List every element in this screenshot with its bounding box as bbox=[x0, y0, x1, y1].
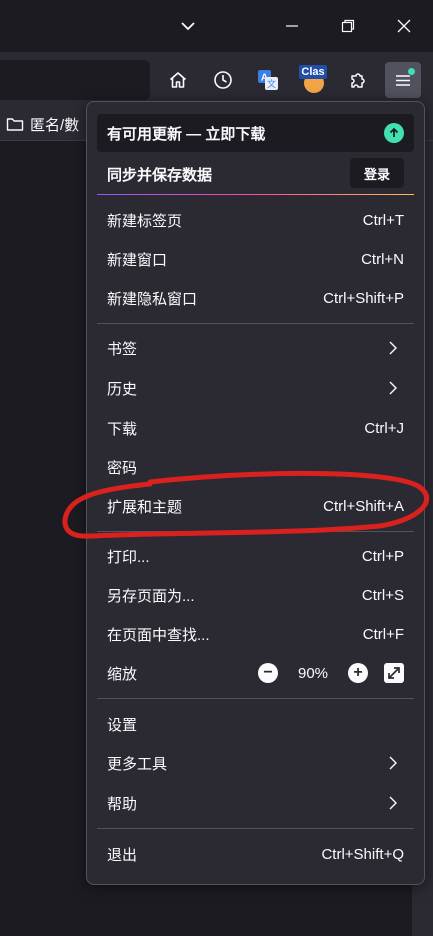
clas-extension-button[interactable]: Clas bbox=[296, 62, 332, 98]
menu-item-label: 历史 bbox=[107, 380, 138, 398]
puzzle-icon bbox=[351, 73, 365, 88]
menu-item-save-page[interactable]: 另存页面为... Ctrl+S bbox=[97, 577, 414, 613]
app-menu-panel: 有可用更新 — 立即下载 同步并保存数据 登录 新建标签页 Ctrl+T 新建窗… bbox=[86, 101, 425, 885]
menu-item-downloads[interactable]: 下载 Ctrl+J bbox=[97, 410, 414, 446]
clock-icon bbox=[214, 71, 232, 89]
clas-extension-icon: Clas bbox=[299, 65, 327, 93]
url-bar[interactable] bbox=[0, 60, 150, 100]
sync-label: 同步并保存数据 bbox=[107, 166, 213, 184]
menu-item-new-tab[interactable]: 新建标签页 Ctrl+T bbox=[97, 202, 414, 238]
bookmark-folder[interactable]: 匿名/數 bbox=[6, 108, 79, 140]
menu-item-bookmarks[interactable]: 书签 bbox=[97, 330, 414, 366]
zoom-reset-button[interactable]: 90% bbox=[278, 665, 348, 682]
menu-separator bbox=[97, 531, 414, 532]
sync-row: 同步并保存数据 登录 bbox=[97, 154, 414, 194]
chevron-down-icon bbox=[181, 22, 195, 31]
menu-item-passwords[interactable]: 密码 bbox=[97, 449, 414, 485]
shortcut-label: Ctrl+F bbox=[362, 625, 404, 643]
menu-item-quit[interactable]: 退出 Ctrl+Shift+Q bbox=[97, 836, 414, 872]
fullscreen-button[interactable] bbox=[384, 663, 404, 683]
restore-icon bbox=[341, 19, 355, 33]
menu-separator bbox=[97, 323, 414, 324]
menu-item-label: 在页面中查找... bbox=[107, 626, 210, 644]
menu-item-label: 另存页面为... bbox=[107, 587, 195, 605]
translate-extension-button[interactable]: A文 bbox=[250, 62, 286, 98]
update-badge bbox=[407, 67, 416, 76]
menu-item-addons-themes[interactable]: 扩展和主题 Ctrl+Shift+A bbox=[97, 488, 414, 524]
zoom-in-button[interactable]: + bbox=[348, 663, 368, 683]
sync-gradient-divider bbox=[97, 194, 414, 195]
menu-item-more-tools[interactable]: 更多工具 bbox=[97, 745, 414, 781]
menu-item-label: 新建标签页 bbox=[107, 212, 183, 230]
menu-item-label: 下载 bbox=[107, 420, 138, 438]
menu-separator bbox=[97, 698, 414, 699]
fullscreen-icon bbox=[388, 667, 400, 679]
menu-item-label: 新建窗口 bbox=[107, 251, 168, 269]
menu-item-label: 书签 bbox=[107, 340, 138, 358]
list-all-tabs-button[interactable] bbox=[170, 0, 206, 52]
menu-item-find-in-page[interactable]: 在页面中查找... Ctrl+F bbox=[97, 616, 414, 652]
shortcut-label: Ctrl+J bbox=[364, 419, 404, 437]
zoom-controls: − 90% + bbox=[258, 662, 404, 684]
menu-item-new-window[interactable]: 新建窗口 Ctrl+N bbox=[97, 241, 414, 277]
extensions-button[interactable] bbox=[341, 62, 377, 98]
menu-item-print[interactable]: 打印... Ctrl+P bbox=[97, 538, 414, 574]
menu-item-label: 退出 bbox=[107, 846, 138, 864]
menu-item-label: 密码 bbox=[107, 459, 138, 477]
update-arrow-icon bbox=[384, 123, 404, 143]
close-icon bbox=[397, 19, 411, 33]
update-banner[interactable]: 有可用更新 — 立即下载 bbox=[97, 114, 414, 152]
login-button[interactable]: 登录 bbox=[350, 158, 404, 188]
chevron-right-icon bbox=[389, 796, 397, 810]
bookmark-folder-label: 匿名/數 bbox=[30, 116, 80, 134]
zoom-out-button[interactable]: − bbox=[258, 663, 278, 683]
menu-item-settings[interactable]: 设置 bbox=[97, 706, 414, 742]
shortcut-label: Ctrl+N bbox=[361, 250, 404, 268]
shortcut-label: Ctrl+T bbox=[362, 211, 404, 229]
menu-item-help[interactable]: 帮助 bbox=[97, 785, 414, 821]
update-banner-label: 有可用更新 — 立即下载 bbox=[107, 125, 266, 143]
shortcut-label: Ctrl+S bbox=[361, 586, 404, 604]
shortcut-label: Ctrl+Shift+A bbox=[323, 497, 404, 515]
history-button[interactable] bbox=[205, 62, 241, 98]
home-icon bbox=[169, 72, 187, 88]
folder-icon bbox=[6, 118, 24, 131]
menu-item-label: 更多工具 bbox=[107, 755, 168, 773]
menu-item-new-private-window[interactable]: 新建隐私窗口 Ctrl+Shift+P bbox=[97, 280, 414, 316]
close-window-button[interactable] bbox=[382, 0, 426, 52]
shortcut-label: Ctrl+P bbox=[361, 547, 404, 565]
menu-item-label: 设置 bbox=[107, 716, 138, 734]
shortcut-label: Ctrl+Shift+Q bbox=[321, 845, 404, 863]
svg-text:文: 文 bbox=[267, 78, 276, 89]
menu-item-label: 扩展和主题 bbox=[107, 498, 183, 516]
menu-item-label: 帮助 bbox=[107, 795, 138, 813]
menu-item-label: 缩放 bbox=[107, 665, 138, 683]
menu-separator bbox=[97, 828, 414, 829]
chevron-right-icon bbox=[389, 381, 397, 395]
menu-item-history[interactable]: 历史 bbox=[97, 370, 414, 406]
home-button[interactable] bbox=[160, 62, 196, 98]
menu-item-label: 新建隐私窗口 bbox=[107, 290, 198, 308]
minimize-icon bbox=[286, 25, 298, 27]
clas-extension-label: Clas bbox=[299, 65, 327, 79]
shortcut-label: Ctrl+Shift+P bbox=[323, 289, 404, 307]
menu-item-label: 打印... bbox=[107, 548, 150, 566]
restore-button[interactable] bbox=[326, 0, 370, 52]
app-menu-button[interactable] bbox=[385, 62, 421, 98]
chevron-right-icon bbox=[389, 341, 397, 355]
translate-icon: A文 bbox=[258, 70, 278, 90]
chevron-right-icon bbox=[389, 756, 397, 770]
minimize-button[interactable] bbox=[270, 0, 314, 52]
menu-item-zoom: 缩放 − 90% + bbox=[97, 655, 414, 691]
